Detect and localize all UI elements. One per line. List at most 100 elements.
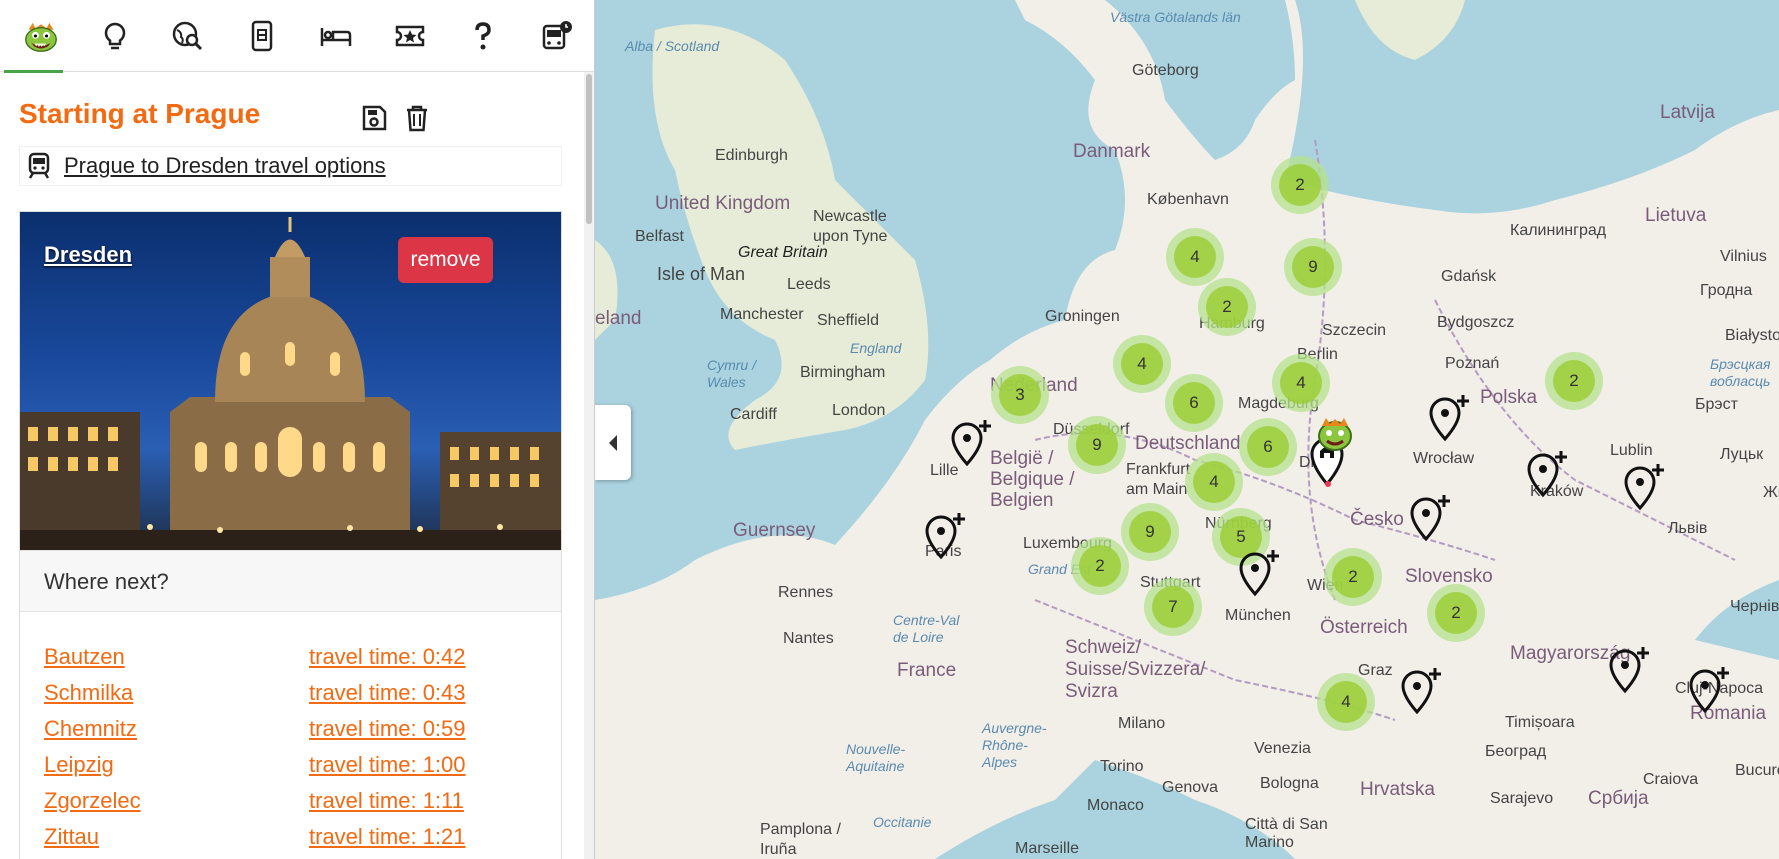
add-destination-pin-icon[interactable] <box>1525 449 1571 499</box>
map-cluster[interactable]: 9 <box>1121 503 1179 561</box>
map-label: Bucures <box>1735 762 1779 779</box>
map-label: Marseille <box>1015 840 1080 857</box>
map-label: Београд <box>1485 743 1547 760</box>
nav-help[interactable] <box>447 1 521 71</box>
map-cluster[interactable]: 3 <box>991 366 1049 424</box>
map-cluster[interactable]: 2 <box>1071 537 1129 595</box>
save-icon <box>362 105 387 131</box>
destination-link[interactable]: Bautzen <box>44 644 125 670</box>
map-cluster[interactable]: 2 <box>1198 278 1256 336</box>
bed-icon <box>320 27 352 46</box>
map-cluster[interactable]: 2 <box>1324 548 1382 606</box>
map-view[interactable]: Västra Götalands län Alba / Scotland Göt… <box>595 0 1779 859</box>
nav-bus-schedule[interactable] <box>520 1 594 71</box>
nav-hotels[interactable] <box>299 1 373 71</box>
cluster-count: 3 <box>999 374 1041 416</box>
add-destination-pin-icon[interactable] <box>1622 462 1668 512</box>
cluster-count: 4 <box>1193 461 1235 503</box>
map-cluster[interactable]: 2 <box>1427 584 1485 642</box>
map-label: Lietuva <box>1645 205 1707 226</box>
map-label: Vilnius <box>1720 248 1767 265</box>
trip-header: Starting at Prague <box>19 98 439 138</box>
city-name[interactable]: Dresden <box>44 242 132 268</box>
destination-link[interactable]: Zgorzelec <box>44 788 141 814</box>
map-label: Львів <box>1668 520 1708 537</box>
travel-time-link[interactable]: travel time: 1:21 <box>309 824 466 850</box>
nav-attractions[interactable] <box>373 1 447 71</box>
map-label: Deutschland <box>1135 433 1241 454</box>
map-label: Pamplona / Iruña <box>760 821 841 858</box>
travel-time-link[interactable]: travel time: 1:00 <box>309 752 466 778</box>
map-label: Edinburgh <box>715 147 788 164</box>
add-destination-pin-icon[interactable] <box>1408 493 1454 543</box>
map-label: Newcastle upon Tyne <box>813 208 888 245</box>
destination-link[interactable]: Schmilka <box>44 680 133 706</box>
map-label: eland <box>595 308 642 329</box>
destination-link[interactable]: Chemnitz <box>44 716 137 742</box>
map-cluster[interactable]: 7 <box>1144 578 1202 636</box>
destination-link[interactable]: Zittau <box>44 824 99 850</box>
nav-ideas[interactable] <box>78 1 152 71</box>
add-destination-pin-icon[interactable] <box>1687 665 1733 715</box>
sidebar-scrollbar[interactable] <box>584 72 594 859</box>
map-label: Sarajevo <box>1490 790 1554 807</box>
map-cluster[interactable]: 4 <box>1272 354 1330 412</box>
map-label: Schweiz/ Suisse/Svizzera/ Svizra <box>1065 637 1206 702</box>
travel-time-link[interactable]: travel time: 1:11 <box>309 788 464 814</box>
add-destination-pin-icon[interactable] <box>1427 393 1473 443</box>
map-label: Луцьк <box>1720 446 1764 463</box>
map-cluster[interactable]: 4 <box>1317 673 1375 731</box>
nav-tickets[interactable] <box>225 1 299 71</box>
map-label: Polska <box>1480 387 1538 408</box>
map-label: Rennes <box>778 584 834 601</box>
map-cluster[interactable]: 4 <box>1166 228 1224 286</box>
travel-options-link[interactable]: Prague to Dresden travel options <box>64 153 386 179</box>
trip-sidebar: Starting at Prague Prague to Dresden tra… <box>0 0 595 859</box>
collapse-sidebar-button[interactable] <box>595 405 631 480</box>
map-cluster[interactable]: 9 <box>1068 416 1126 474</box>
travel-time-link[interactable]: travel time: 0:43 <box>309 680 466 706</box>
top-navigation <box>0 0 594 73</box>
map-label: Nouvelle-Aquitaine <box>846 741 906 774</box>
map-cluster[interactable]: 9 <box>1284 238 1342 296</box>
map-cluster[interactable]: 4 <box>1185 453 1243 511</box>
travel-time-link[interactable]: travel time: 0:59 <box>309 716 466 742</box>
map-label: Craiova <box>1643 771 1699 788</box>
map-label: Bydgoszcz <box>1437 314 1515 331</box>
cluster-count: 6 <box>1173 382 1215 424</box>
map-label: United Kingdom <box>655 193 791 214</box>
monster-avatar-icon <box>1318 418 1352 451</box>
nav-explore[interactable] <box>152 1 226 71</box>
map-label: Centre-Val de Loire <box>893 612 960 645</box>
map-label: Groningen <box>1045 308 1120 325</box>
travel-time-link[interactable]: travel time: 0:42 <box>309 644 466 670</box>
destination-link[interactable]: Leipzig <box>44 752 114 778</box>
add-destination-pin-icon[interactable] <box>1607 645 1653 695</box>
list-item: Zgorzelec travel time: 1:11 <box>20 784 561 820</box>
cluster-count: 9 <box>1292 246 1334 288</box>
scrollbar-thumb[interactable] <box>586 74 592 224</box>
add-destination-pin-icon[interactable] <box>1237 548 1283 598</box>
save-trip-button[interactable] <box>359 102 389 134</box>
nav-home-logo[interactable] <box>4 1 78 73</box>
map-label: Monaco <box>1087 797 1144 814</box>
delete-trip-button[interactable] <box>402 102 432 134</box>
add-destination-pin-icon[interactable] <box>923 511 969 561</box>
question-icon <box>475 21 492 49</box>
map-cluster[interactable]: 4 <box>1113 335 1171 393</box>
list-item: Zittau travel time: 1:21 <box>20 820 561 856</box>
cluster-count: 6 <box>1247 426 1289 468</box>
add-destination-pin-icon[interactable] <box>1399 666 1445 716</box>
map-label: Auvergne-Rhône-Alpes <box>982 720 1047 770</box>
map-cluster[interactable]: 6 <box>1239 418 1297 476</box>
remove-button[interactable]: remove <box>398 237 493 283</box>
map-label: Danmark <box>1073 141 1151 162</box>
add-destination-pin-icon[interactable] <box>949 418 995 468</box>
list-item: Schmilka travel time: 0:43 <box>20 676 561 712</box>
star-ticket-icon <box>395 25 424 46</box>
map-cluster[interactable]: 6 <box>1165 374 1223 432</box>
map-label: London <box>832 402 886 419</box>
map-label: Göteborg <box>1132 62 1199 79</box>
map-cluster[interactable]: 2 <box>1545 352 1603 410</box>
map-cluster[interactable]: 2 <box>1271 156 1329 214</box>
